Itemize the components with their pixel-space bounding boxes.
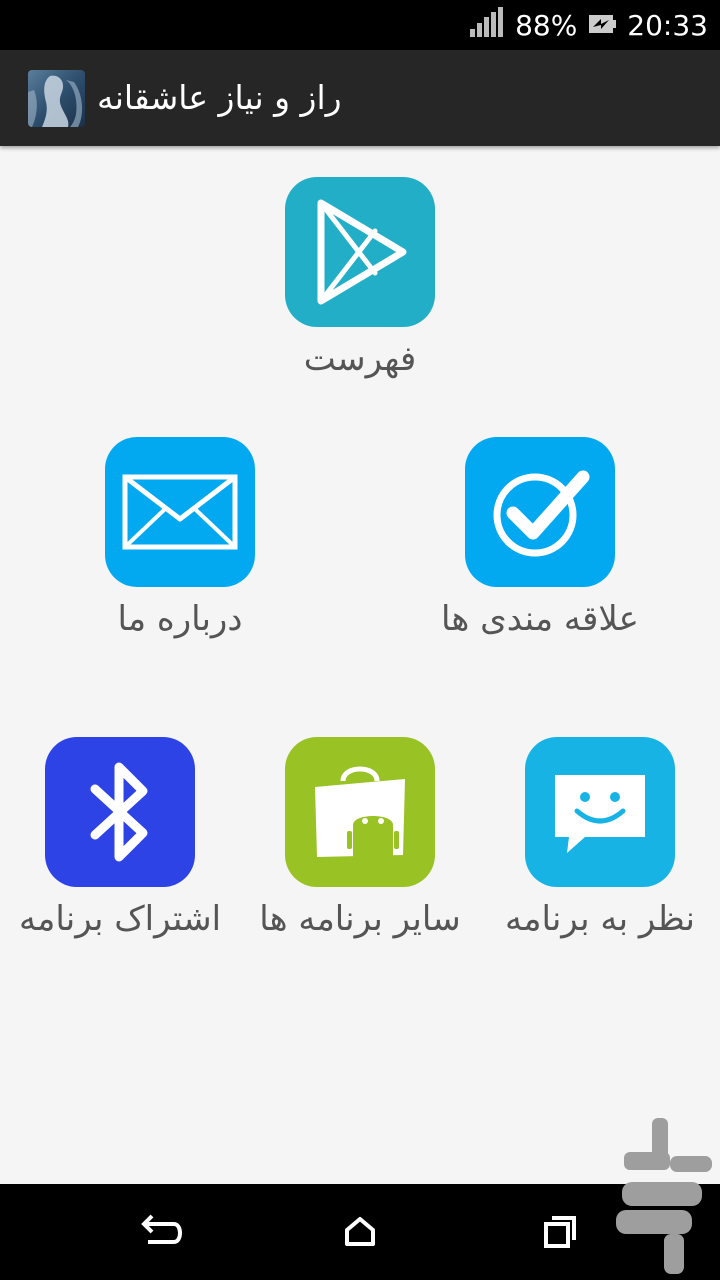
play-store-icon (285, 177, 435, 327)
status-indicators: 88% 20:33 (469, 6, 708, 44)
bluetooth-icon (45, 737, 195, 887)
back-icon (141, 1214, 182, 1244)
menu-label-other-apps: سایر برنامه ها (259, 899, 461, 939)
menu-label-about: درباره ما (117, 599, 243, 639)
home-button[interactable] (330, 1202, 390, 1262)
recents-button[interactable] (530, 1202, 590, 1262)
home-icon (345, 1217, 375, 1246)
menu-item-favorites[interactable]: علاقه مندی ها (420, 437, 660, 657)
menu-label-comment: نظر به برنامه (505, 899, 695, 939)
checkmark-circle-icon (465, 437, 615, 587)
back-button[interactable] (130, 1202, 190, 1262)
menu-item-other-apps[interactable]: سایر برنامه ها (240, 737, 480, 957)
android-bag-icon (285, 737, 435, 887)
menu-item-comment[interactable]: نظر به برنامه (480, 737, 720, 957)
menu-item-about[interactable]: درباره ما (60, 437, 300, 657)
menu-label-list: فهرست (303, 339, 417, 379)
menu-item-share[interactable]: اشتراک برنامه (0, 737, 240, 957)
menu-label-favorites: علاقه مندی ها (441, 599, 639, 639)
clock: 20:33 (627, 8, 708, 42)
menu-item-list[interactable]: فهرست (240, 177, 480, 397)
signal-icon (469, 6, 505, 44)
status-bar: 88% 20:33 (0, 0, 720, 50)
chat-bubble-smile-icon (525, 737, 675, 887)
app-thumbnail (28, 70, 85, 127)
battery-percent: 88% (515, 8, 578, 42)
menu-label-share: اشتراک برنامه (18, 899, 222, 939)
watermark-logo (612, 1116, 716, 1276)
app-bar: راز و نیاز عاشقانه (0, 50, 720, 146)
envelope-icon (105, 437, 255, 587)
battery-charging-icon (587, 9, 617, 42)
recents-icon (544, 1216, 576, 1248)
app-title: راز و نیاز عاشقانه (97, 78, 342, 117)
